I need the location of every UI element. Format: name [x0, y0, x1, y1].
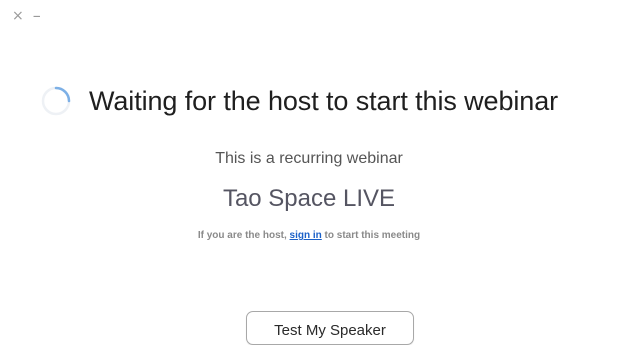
host-note-suffix: to start this meeting [321, 230, 421, 241]
window-controls: × – [12, 7, 41, 23]
minimize-icon[interactable]: – [33, 7, 41, 23]
test-speaker-button[interactable]: Test My Speaker [246, 311, 414, 345]
waiting-status: Waiting for the host to start this webin… [0, 81, 618, 121]
host-note-prefix: If you are the host, [197, 230, 290, 241]
page-title: Waiting for the host to start this webin… [89, 86, 559, 116]
recurring-notice: This is a recurring webinar [215, 150, 403, 167]
webinar-title: Tao Space LIVE [222, 185, 396, 212]
loading-spinner-icon [41, 86, 71, 116]
sign-in-link[interactable]: sign in [290, 230, 322, 241]
host-sign-in-note: If you are the host, sign in to start th… [0, 229, 618, 243]
close-icon[interactable]: × [12, 9, 24, 23]
